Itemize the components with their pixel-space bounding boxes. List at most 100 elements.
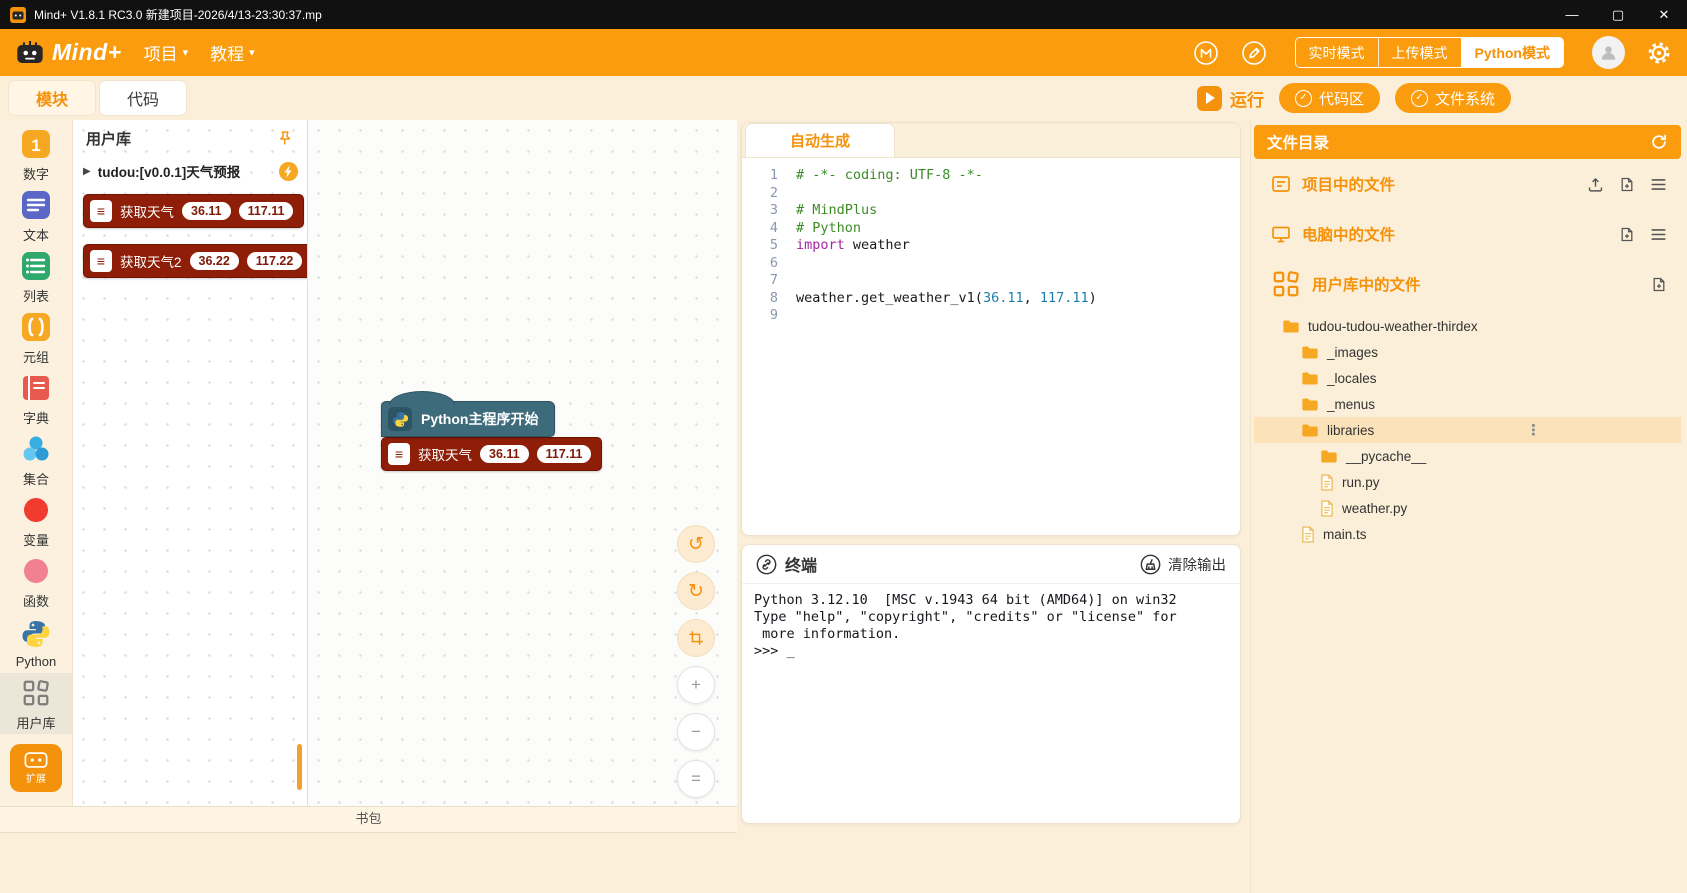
avatar[interactable] xyxy=(1592,36,1625,69)
screenshot-button[interactable] xyxy=(677,619,715,657)
zoom-out-button[interactable]: − xyxy=(677,713,715,751)
palette-blocks: ≡ 获取天气 36.11 117.11 ≡ 获取天气2 36.22 117.22 xyxy=(73,186,307,278)
block-stack: Python主程序开始 ≡ 获取天气 36.11 117.11 xyxy=(381,391,603,471)
block-arg[interactable]: 36.11 xyxy=(182,202,231,220)
code-line: 4 # Python xyxy=(742,220,1240,238)
menu-icon[interactable] xyxy=(1650,227,1667,242)
newfile-icon[interactable] xyxy=(1619,176,1635,193)
tree-item-main.ts[interactable]: main.ts xyxy=(1254,521,1681,547)
tab-code[interactable]: 代码 xyxy=(99,80,188,116)
block-canvas[interactable]: Python主程序开始 ≡ 获取天气 36.11 117.11 ↺ ↻ + − = xyxy=(308,120,737,806)
window-title: Mind+ V1.8.1 RC3.0 新建项目-2026/4/13-23:30:… xyxy=(34,8,322,22)
mode-Python模式[interactable]: Python模式 xyxy=(1460,38,1563,67)
menu-tutorial[interactable]: 教程 ▾ xyxy=(210,40,255,65)
folder-icon xyxy=(1301,423,1319,438)
file-icon xyxy=(1301,525,1315,543)
line-number: 7 xyxy=(769,272,778,288)
sidebar-item-userlib[interactable]: 用户库 xyxy=(0,673,72,734)
tree-item-libraries[interactable]: libraries ⋮ xyxy=(1254,417,1681,443)
newfile-icon[interactable] xyxy=(1651,276,1667,293)
file-directory-panel: 文件目录 项目中的文件 电脑中的文件 用户库中的文件 tudou-tudou-w… xyxy=(1250,120,1687,893)
terminal-output[interactable]: Python 3.12.10 [MSC v.1943 64 bit (AMD64… xyxy=(742,584,1240,823)
palette-group[interactable]: ▶ tudou:[v0.0.1]天气预报 xyxy=(73,156,307,186)
tree-item-_menus[interactable]: _menus xyxy=(1254,391,1681,417)
bolt-icon[interactable] xyxy=(278,161,299,182)
menu-project[interactable]: 项目 ▾ xyxy=(144,40,189,65)
mode-switcher: 实时模式 上传模式 Python模式 xyxy=(1294,37,1564,68)
terminal-panel: 终端 清除输出 Python 3.12.10 [MSC v.1943 64 bi… xyxy=(741,544,1241,824)
upload-icon[interactable] xyxy=(1587,176,1604,193)
block-arg[interactable]: 117.11 xyxy=(536,445,592,463)
sidebar-item-num[interactable]: 1 数字 xyxy=(0,124,72,185)
kebab-menu-icon[interactable]: ⋮ xyxy=(1526,421,1541,439)
svg-text:1: 1 xyxy=(31,136,40,155)
mode-上传模式[interactable]: 上传模式 xyxy=(1377,38,1461,67)
main-area: 1 数字 文本 列表 元组 字典 集合 变量 函数 Python 用户库 扩展 xyxy=(0,120,1687,893)
close-button[interactable]: ✕ xyxy=(1641,0,1687,29)
line-number: 2 xyxy=(769,184,778,201)
mindplus-window: Mind+ V1.8.1 RC3.0 新建项目-2026/4/13-23:30:… xyxy=(0,0,1687,893)
run-button[interactable]: 运行 xyxy=(1196,85,1264,111)
extension-block[interactable]: ≡ 获取天气2 36.22 117.22 xyxy=(83,244,307,278)
code-line: 2 xyxy=(742,185,1240,203)
file-tree: tudou-tudou-weather-thirdex _images _loc… xyxy=(1254,313,1681,547)
sidebar-item-list[interactable]: 列表 xyxy=(0,246,72,307)
app-icon xyxy=(10,6,26,23)
code-area-toggle[interactable]: ✓ 代码区 xyxy=(1278,83,1380,113)
backpack-bar[interactable]: 书包 xyxy=(0,806,737,833)
sidebar-item-set[interactable]: 集合 xyxy=(0,429,72,490)
block-arg[interactable]: 117.11 xyxy=(238,202,294,220)
tuple-icon xyxy=(19,310,53,344)
sidebar-item-dict[interactable]: 字典 xyxy=(0,368,72,429)
community-icon[interactable] xyxy=(1193,40,1219,66)
feedback-edit-icon[interactable] xyxy=(1241,40,1267,66)
extension-block[interactable]: ≡ 获取天气 36.11 117.11 xyxy=(381,437,603,471)
pin-icon[interactable] xyxy=(276,130,293,147)
tree-item-run.py[interactable]: run.py xyxy=(1254,469,1681,495)
menu-icon[interactable] xyxy=(1650,177,1667,192)
sidebar-item-tuple[interactable]: 元组 xyxy=(0,307,72,368)
minimize-button[interactable]: — xyxy=(1549,0,1595,29)
file-icon xyxy=(1320,473,1334,491)
code-editor[interactable]: 1 # -*- coding: UTF-8 -*- 2 3 # MindPlus… xyxy=(742,158,1240,535)
mode-实时模式[interactable]: 实时模式 xyxy=(1296,38,1378,67)
redo-button[interactable]: ↻ xyxy=(677,572,715,610)
sidebar-item-fn[interactable]: 函数 xyxy=(0,551,72,612)
python-start-block[interactable]: Python主程序开始 xyxy=(381,391,556,437)
folder-icon xyxy=(1320,449,1338,464)
maximize-button[interactable]: ▢ xyxy=(1595,0,1641,29)
clear-output-button[interactable]: 清除输出 xyxy=(1140,554,1226,575)
files-section[interactable]: 电脑中的文件 xyxy=(1254,209,1681,259)
newfile-icon[interactable] xyxy=(1619,226,1635,243)
tree-item-_locales[interactable]: _locales xyxy=(1254,365,1681,391)
files-section[interactable]: 用户库中的文件 xyxy=(1254,259,1681,309)
extension-block-icon: ≡ xyxy=(388,443,410,465)
sidebar-item-text[interactable]: 文本 xyxy=(0,185,72,246)
tree-item-_images[interactable]: _images xyxy=(1254,339,1681,365)
num-icon: 1 xyxy=(19,127,53,161)
refresh-icon[interactable] xyxy=(1650,133,1668,151)
files-section[interactable]: 项目中的文件 xyxy=(1254,159,1681,209)
set-icon xyxy=(19,432,53,466)
zoom-in-button[interactable]: + xyxy=(677,666,715,704)
tree-item-weather.py[interactable]: weather.py xyxy=(1254,495,1681,521)
undo-button[interactable]: ↺ xyxy=(677,525,715,563)
code-tabs: 自动生成 xyxy=(742,123,1240,158)
sidebar-item-var[interactable]: 变量 xyxy=(0,490,72,551)
extension-button[interactable]: 扩展 xyxy=(10,744,62,792)
tree-item-__pycache__[interactable]: __pycache__ xyxy=(1254,443,1681,469)
file-sections: 项目中的文件 电脑中的文件 用户库中的文件 xyxy=(1254,159,1681,309)
block-palette: 用户库 ▶ tudou:[v0.0.1]天气预报 ≡ 获取天气 36.11 117… xyxy=(73,120,308,806)
file-system-toggle[interactable]: ✓ 文件系统 xyxy=(1394,83,1511,113)
block-arg[interactable]: 36.11 xyxy=(480,445,529,463)
extension-block[interactable]: ≡ 获取天气 36.11 117.11 xyxy=(83,194,305,228)
zoom-reset-button[interactable]: = xyxy=(677,760,715,798)
sidebar-item-python[interactable]: Python xyxy=(0,612,72,673)
palette-scrollbar[interactable] xyxy=(297,744,302,790)
block-arg[interactable]: 117.22 xyxy=(246,252,303,270)
gear-icon[interactable] xyxy=(1647,41,1671,65)
block-arg[interactable]: 36.22 xyxy=(189,252,239,270)
tab-autogenerate[interactable]: 自动生成 xyxy=(745,123,895,157)
tab-blocks[interactable]: 模块 xyxy=(8,80,97,116)
tree-item-tudou-tudou-weather-thirdex[interactable]: tudou-tudou-weather-thirdex xyxy=(1254,313,1681,339)
